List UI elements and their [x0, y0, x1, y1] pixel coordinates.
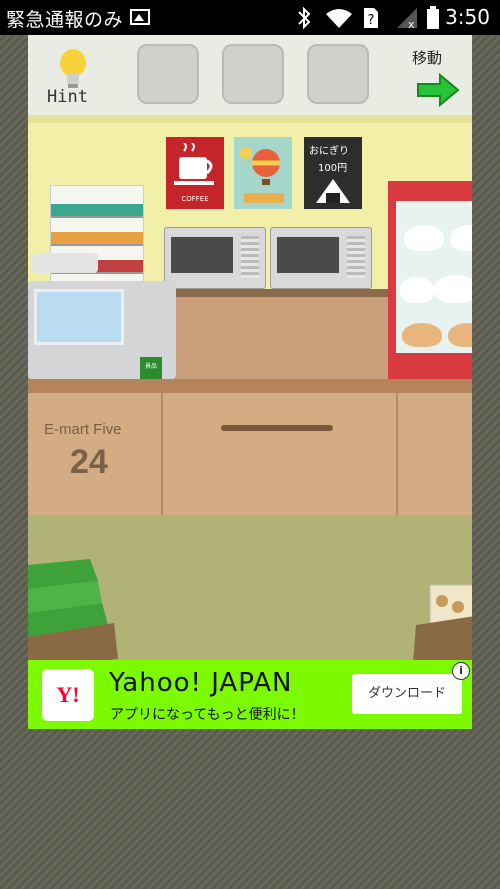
item-slot-3[interactable] — [307, 44, 369, 104]
register-screen — [34, 289, 124, 345]
game-scene[interactable]: Hint 移動 COFFEE おにぎり 100円 景品 E-mart Five … — [28, 35, 472, 729]
steamed-bun — [402, 323, 442, 347]
image-icon — [130, 9, 150, 25]
svg-text:x: x — [408, 18, 415, 30]
steamed-bun — [448, 323, 472, 347]
green-bag-label: 景品 — [144, 363, 157, 370]
ad-banner[interactable]: Y! Yahoo! JAPAN アプリになってもっと便利に！ ダウンロード i — [28, 660, 472, 729]
coffee-poster-label: COFFEE — [181, 195, 209, 203]
store-number: 24 — [70, 443, 108, 481]
svg-text:?: ? — [368, 13, 375, 28]
steamed-bun — [404, 225, 444, 251]
drawer-handle[interactable] — [221, 425, 333, 431]
move-right-arrow-icon[interactable] — [416, 73, 460, 107]
steamed-bun — [450, 225, 472, 251]
signal-none-icon: x — [397, 8, 417, 30]
download-button[interactable]: ダウンロード — [352, 674, 462, 714]
balloon-poster[interactable] — [234, 137, 292, 209]
ad-info-icon[interactable]: i — [452, 662, 470, 680]
bluetooth-icon — [298, 6, 311, 30]
item-slot-2[interactable] — [222, 44, 284, 104]
yahoo-logo-icon: Y! — [42, 669, 94, 721]
wifi-icon — [326, 9, 352, 28]
onigiri-icon — [316, 179, 350, 203]
hot-air-balloon-icon — [240, 147, 284, 203]
microwave-left[interactable] — [164, 227, 266, 289]
yahoo-logo-text: Y! — [56, 682, 80, 707]
toolbar: Hint 移動 — [28, 35, 472, 115]
status-bar: 緊急通報のみ ? x 3:50 — [0, 0, 500, 35]
coffee-poster[interactable]: COFFEE — [166, 137, 224, 209]
ad-title: Yahoo! JAPAN — [109, 668, 293, 698]
register-printer — [32, 253, 98, 273]
store-name: E-mart Five — [44, 421, 122, 438]
onigiri-poster-title: おにぎり — [309, 146, 349, 157]
steamed-bun — [400, 277, 434, 303]
battery-icon — [427, 6, 439, 29]
steamer-glass — [396, 201, 472, 353]
move-label: 移動 — [412, 49, 443, 67]
onigiri-poster-price: 100円 — [318, 163, 348, 174]
front-counter-top — [28, 379, 472, 393]
emergency-only-text: 緊急通報のみ — [6, 9, 124, 31]
steamed-bun — [434, 275, 472, 303]
clock: 3:50 — [445, 5, 490, 29]
hint-label: Hint — [47, 87, 88, 107]
onigiri-poster[interactable]: おにぎり 100円 — [304, 137, 362, 209]
snack-display-left[interactable] — [28, 559, 128, 669]
ad-subtitle: アプリになってもっと便利に！ — [110, 707, 305, 723]
microwave-right[interactable] — [270, 227, 372, 289]
coffee-cup-icon — [174, 143, 214, 185]
steamer-case[interactable] — [388, 181, 472, 379]
sim-unknown-icon: ? — [364, 8, 378, 28]
item-slot-1[interactable] — [137, 44, 199, 104]
